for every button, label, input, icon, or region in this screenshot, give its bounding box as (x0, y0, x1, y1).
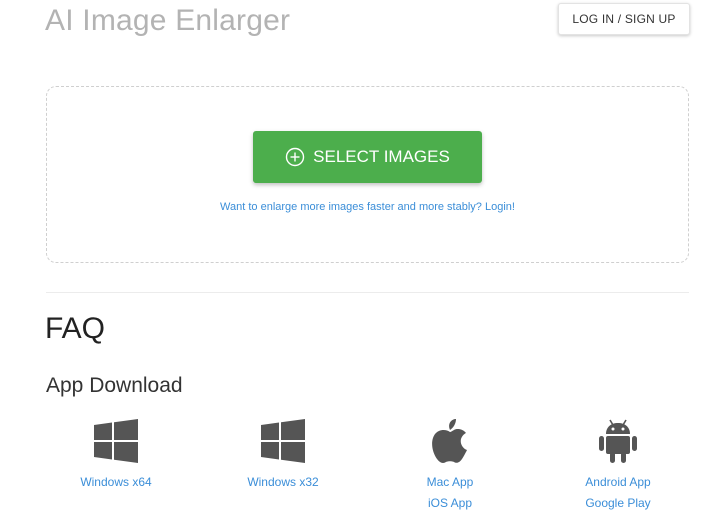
ios-app-link[interactable]: iOS App (390, 497, 510, 510)
google-play-link[interactable]: Google Play (558, 497, 678, 510)
windows-icon (223, 418, 343, 464)
download-windows-x32: Windows x32 (223, 418, 343, 489)
plus-circle-icon (285, 147, 305, 167)
site-title: AI Image Enlarger (45, 4, 291, 37)
select-images-button[interactable]: SELECT IMAGES (253, 131, 482, 183)
select-images-label: SELECT IMAGES (313, 147, 450, 166)
upload-dropzone[interactable]: SELECT IMAGES Want to enlarge more image… (46, 86, 689, 263)
app-download-heading: App Download (46, 374, 183, 397)
download-apple: Mac App iOS App (390, 418, 510, 510)
android-icon (558, 418, 678, 464)
login-hint-link[interactable]: Want to enlarge more images faster and m… (47, 201, 688, 213)
windows-x64-link[interactable]: Windows x64 (56, 476, 176, 489)
faq-heading: FAQ (45, 312, 106, 345)
download-windows-x64: Windows x64 (56, 418, 176, 489)
apple-icon (390, 418, 510, 464)
mac-app-link[interactable]: Mac App (390, 476, 510, 489)
windows-icon (56, 418, 176, 464)
android-app-link[interactable]: Android App (558, 476, 678, 489)
section-divider (46, 292, 689, 293)
download-android: Android App Google Play (558, 418, 678, 510)
windows-x32-link[interactable]: Windows x32 (223, 476, 343, 489)
login-signup-button[interactable]: LOG IN / SIGN UP (558, 3, 690, 35)
